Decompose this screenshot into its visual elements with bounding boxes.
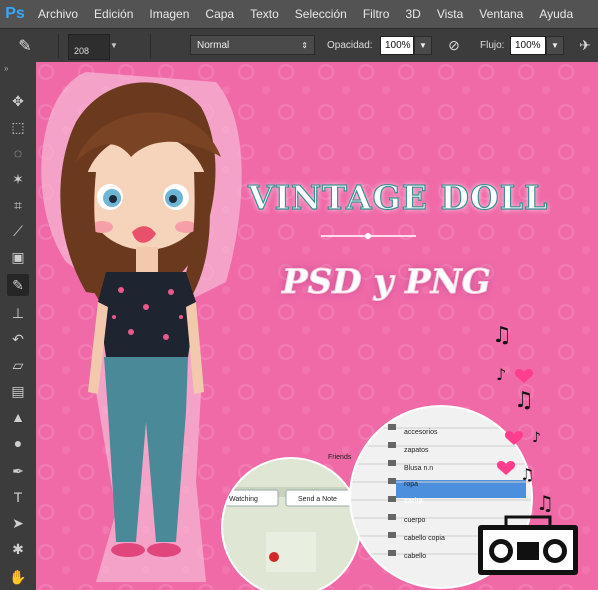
- layer-carita: carita: [404, 498, 423, 505]
- separator: [150, 34, 151, 58]
- menu-seleccion[interactable]: Selección: [287, 7, 355, 21]
- blur-tool[interactable]: ▲: [7, 406, 29, 428]
- hand-icon: ✋: [9, 568, 27, 585]
- svg-text:♫: ♫: [520, 465, 534, 484]
- separator: [58, 34, 59, 58]
- tools-panel: » ✥ ⬚ ◌ ✶ ⌗ ⟋ ▣ ✎ ⊥ ↶ ▱ ▤ ▲ ● ✒ T ➤ ✱ ✋: [0, 62, 37, 590]
- layer-zapatos: zapatos: [404, 447, 429, 454]
- magic-wand-icon: ✶: [12, 170, 24, 187]
- gradient-tool[interactable]: ▤: [7, 380, 29, 402]
- marquee-icon: ⬚: [11, 118, 25, 135]
- svg-text:♫: ♫: [492, 323, 512, 348]
- document-canvas[interactable]: Friends Watching Send a Note accesorios …: [36, 62, 598, 590]
- flow-value: 100%: [515, 40, 541, 51]
- hand-tool[interactable]: ✋: [7, 566, 29, 588]
- artwork: Friends Watching Send a Note accesorios …: [36, 62, 598, 590]
- marquee-tool[interactable]: ⬚: [7, 116, 29, 138]
- menu-edicion[interactable]: Edición: [86, 7, 141, 21]
- brush-size-dropdown-icon[interactable]: ▼: [110, 41, 118, 50]
- path-selection-tool[interactable]: ➤: [7, 512, 29, 534]
- panel-collapse-icon[interactable]: »: [4, 64, 8, 73]
- photoshop-logo: Ps: [5, 5, 25, 22]
- brush-tool[interactable]: ✎: [7, 274, 29, 296]
- eyedropper-tool[interactable]: ⟋: [7, 220, 29, 242]
- healing-brush-tool[interactable]: ▣: [7, 246, 29, 268]
- layer-cabello: cabello: [404, 553, 426, 560]
- mode-select[interactable]: Normal ⇕: [190, 35, 315, 55]
- layer-cuerpo: cuerpo: [404, 517, 426, 524]
- menu-imagen[interactable]: Imagen: [141, 7, 197, 21]
- menu-ventana[interactable]: Ventana: [471, 7, 531, 21]
- svg-text:♫: ♫: [514, 388, 534, 413]
- mode-value: Normal: [197, 39, 230, 51]
- menu-bar: Ps Archivo Edición Imagen Capa Texto Sel…: [0, 0, 598, 28]
- pressure-opacity-icon[interactable]: ⊘: [443, 34, 465, 56]
- artwork-subtitle: PSD y PNG: [282, 262, 492, 303]
- crop-tool[interactable]: ⌗: [7, 194, 29, 216]
- brush-size-picker[interactable]: 208: [68, 34, 110, 60]
- svg-text:♪: ♪: [496, 365, 506, 384]
- menu-archivo[interactable]: Archivo: [30, 7, 86, 21]
- flow-label: Flujo:: [480, 40, 505, 51]
- boombox-icon: [478, 515, 578, 575]
- watching-button-label: Watching: [229, 496, 258, 503]
- menu-filtro[interactable]: Filtro: [355, 7, 398, 21]
- gradient-icon: ▤: [11, 382, 25, 399]
- dodge-icon: ●: [13, 435, 23, 451]
- layer-cabello-copia: cabello copia: [404, 535, 445, 542]
- menu-texto[interactable]: Texto: [242, 7, 287, 21]
- options-bar: ✎ 208 ▼ Normal ⇕ Opacidad: 100% ▼ ⊘ Fluj…: [0, 28, 598, 64]
- lasso-tool[interactable]: ◌: [7, 142, 29, 164]
- svg-text:♪: ♪: [532, 430, 541, 446]
- shape-icon: ✱: [12, 540, 24, 557]
- eraser-icon: ▱: [12, 356, 24, 373]
- eraser-tool[interactable]: ▱: [7, 354, 29, 376]
- svg-text:♫: ♫: [536, 491, 554, 515]
- artwork-title: VINTAGE DOLL: [247, 177, 549, 217]
- type-icon: T: [13, 489, 23, 505]
- magic-wand-tool[interactable]: ✶: [7, 168, 29, 190]
- airbrush-icon[interactable]: ✈: [574, 34, 596, 56]
- arrow-icon: ➤: [12, 514, 24, 531]
- crop-icon: ⌗: [14, 196, 22, 213]
- eyedropper-icon: ⟋: [13, 222, 23, 239]
- dodge-tool[interactable]: ●: [7, 432, 29, 454]
- lasso-icon: ◌: [13, 145, 23, 161]
- move-icon: ✥: [12, 92, 24, 109]
- send-note-button-label: Send a Note: [298, 496, 337, 503]
- type-tool[interactable]: T: [7, 486, 29, 508]
- brush-icon: ✎: [12, 276, 24, 293]
- brush-size-value: 208: [74, 46, 90, 56]
- history-brush-icon: ↶: [12, 330, 24, 347]
- stamp-icon: ⊥: [11, 304, 25, 321]
- move-tool[interactable]: ✥: [7, 90, 29, 112]
- history-brush-tool[interactable]: ↶: [7, 328, 29, 350]
- blur-icon: ▲: [11, 409, 25, 425]
- layer-ropa: ropa: [404, 481, 418, 488]
- opacity-label: Opacidad:: [327, 40, 373, 51]
- flow-input[interactable]: 100%: [510, 36, 546, 55]
- layer-accesorios: accesorios: [404, 429, 438, 436]
- menu-ayuda[interactable]: Ayuda: [531, 7, 581, 21]
- opacity-input[interactable]: 100%: [380, 36, 414, 55]
- flow-dropdown[interactable]: ▼: [546, 36, 564, 55]
- opacity-value: 100%: [385, 40, 411, 51]
- bandage-icon: ▣: [11, 248, 25, 265]
- shape-tool[interactable]: ✱: [7, 538, 29, 560]
- pen-tool[interactable]: ✒: [7, 460, 29, 482]
- layer-blusa: Blusa n.n: [404, 465, 433, 472]
- menu-3d[interactable]: 3D: [397, 7, 428, 21]
- pen-icon: ✒: [12, 462, 24, 479]
- menu-capa[interactable]: Capa: [197, 7, 242, 21]
- opacity-dropdown[interactable]: ▼: [414, 36, 432, 55]
- clone-stamp-tool[interactable]: ⊥: [7, 302, 29, 324]
- brush-preset-icon[interactable]: ✎: [10, 35, 40, 57]
- friends-label: Friends: [328, 454, 352, 461]
- chevron-updown-icon: ⇕: [301, 40, 308, 50]
- menu-vista[interactable]: Vista: [429, 7, 471, 21]
